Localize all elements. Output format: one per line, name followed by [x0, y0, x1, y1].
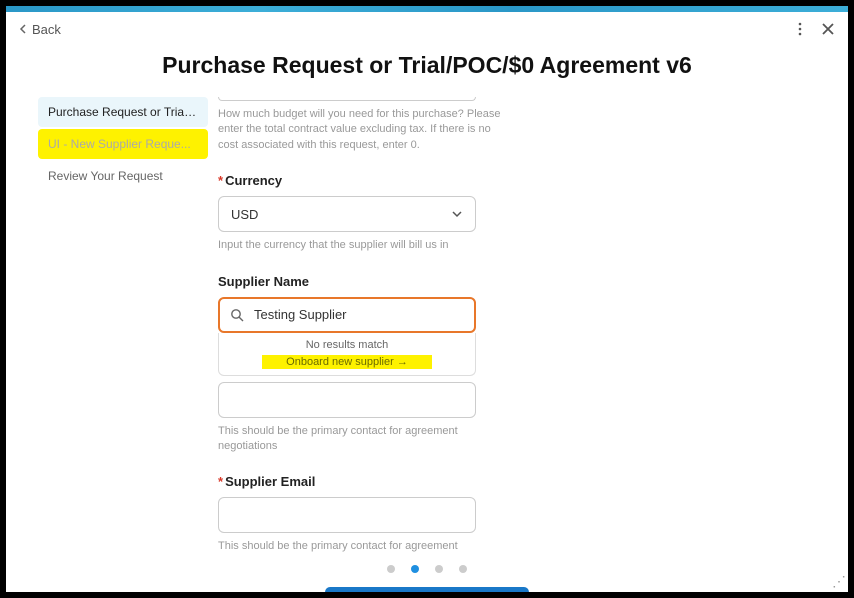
- chevron-down-icon: [451, 208, 463, 220]
- page-title: Purchase Request or Trial/POC/$0 Agreeme…: [6, 52, 848, 79]
- no-results-text: No results match: [219, 337, 475, 353]
- currency-label: *Currency: [218, 173, 806, 188]
- search-icon: [230, 308, 244, 322]
- supplier-email-label: *Supplier Email: [218, 474, 806, 489]
- currency-select[interactable]: USD: [218, 196, 476, 232]
- pager-dot-1[interactable]: [387, 565, 395, 573]
- pager-dot-3[interactable]: [435, 565, 443, 573]
- header-bar: Back: [6, 12, 848, 46]
- close-icon[interactable]: [820, 21, 836, 37]
- currency-help-text: Input the currency that the supplier wil…: [218, 238, 508, 253]
- budget-input-partial[interactable]: [218, 97, 476, 101]
- pager-dot-2[interactable]: [411, 565, 419, 573]
- supplier-contact-help-text: This should be the primary contact for a…: [218, 424, 508, 455]
- resize-handle-icon: ⋰: [832, 573, 846, 590]
- back-label: Back: [32, 22, 61, 37]
- next-button[interactable]: Next: [325, 587, 529, 592]
- sidebar-item-review[interactable]: Review Your Request: [38, 161, 208, 191]
- supplier-contact-field-group: This should be the primary contact for a…: [218, 382, 806, 455]
- sidebar-item-purchase-request[interactable]: Purchase Request or Trial/...: [38, 97, 208, 127]
- supplier-search-input[interactable]: [254, 307, 464, 322]
- currency-value: USD: [231, 207, 258, 222]
- budget-help-text: How much budget will you need for this p…: [218, 107, 508, 153]
- supplier-email-help-text: This should be the primary contact for a…: [218, 539, 508, 557]
- pager-dot-4[interactable]: [459, 565, 467, 573]
- supplier-search-box[interactable]: [218, 297, 476, 333]
- sidebar: Purchase Request or Trial/... UI - New S…: [38, 97, 208, 557]
- back-button[interactable]: Back: [18, 22, 61, 37]
- supplier-dropdown: No results match Onboard new supplier →: [218, 333, 476, 376]
- supplier-email-field-group: *Supplier Email This should be the prima…: [218, 474, 806, 557]
- budget-field-group: How much budget will you need for this p…: [218, 97, 806, 153]
- supplier-contact-input[interactable]: [218, 382, 476, 418]
- chevron-left-icon: [18, 24, 28, 34]
- step-pager: [6, 565, 848, 573]
- supplier-name-label: Supplier Name: [218, 274, 806, 289]
- sidebar-item-new-supplier[interactable]: UI - New Supplier Reque...: [38, 129, 208, 159]
- kebab-menu-icon[interactable]: [792, 21, 808, 37]
- form-scroll-area[interactable]: How much budget will you need for this p…: [208, 97, 834, 557]
- currency-field-group: *Currency USD Input the currency that th…: [218, 173, 806, 253]
- onboard-new-supplier-link[interactable]: Onboard new supplier →: [262, 355, 432, 369]
- supplier-name-field-group: Supplier Name No results match Onboard n…: [218, 274, 806, 376]
- supplier-email-input[interactable]: [218, 497, 476, 533]
